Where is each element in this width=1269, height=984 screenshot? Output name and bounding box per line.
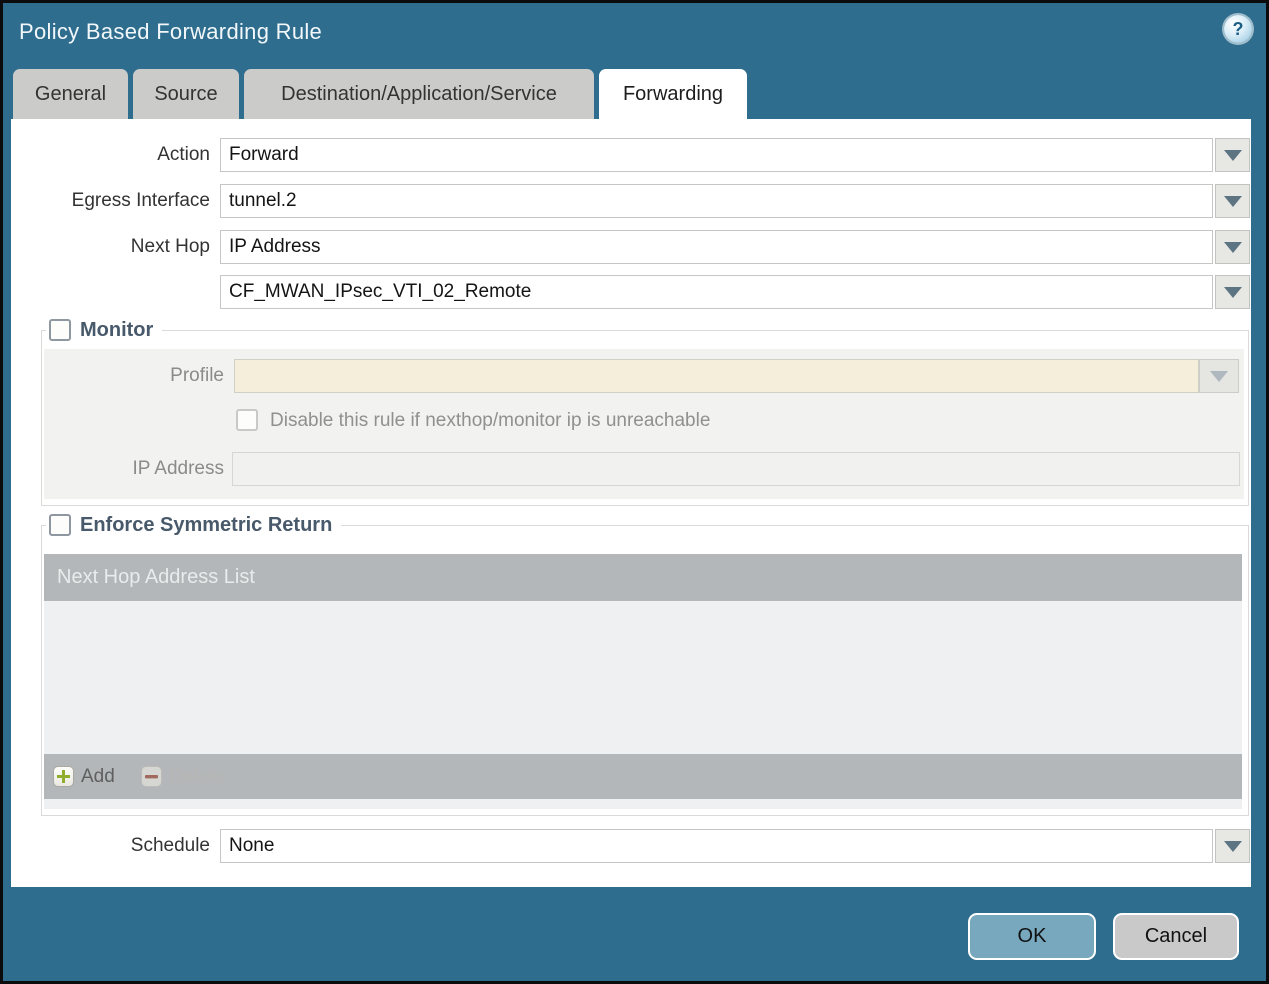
- chevron-down-icon: [1223, 149, 1242, 161]
- help-icon[interactable]: ?: [1224, 15, 1252, 43]
- tab-source[interactable]: Source: [133, 69, 239, 119]
- egress-interface-label: Egress Interface: [71, 190, 210, 211]
- action-select[interactable]: Forward: [220, 138, 1213, 172]
- minus-icon: [140, 766, 162, 787]
- disable-rule-checkbox-disabled: [236, 409, 258, 431]
- profile-dropdown-button-disabled: [1199, 359, 1239, 393]
- next-hop-type-select[interactable]: IP Address: [220, 230, 1213, 264]
- monitor-ip-address-input-disabled: [232, 452, 1240, 486]
- next-hop-address-list-header: Next Hop Address List: [44, 554, 1242, 601]
- next-hop-address-dropdown-button[interactable]: [1215, 275, 1250, 309]
- profile-select-disabled: [234, 359, 1199, 393]
- action-dropdown-button[interactable]: [1215, 138, 1250, 172]
- add-button[interactable]: Add: [53, 766, 115, 788]
- monitor-legend: Monitor: [46, 318, 163, 342]
- chevron-down-icon: [1223, 241, 1242, 253]
- action-label: Action: [157, 144, 210, 165]
- chevron-down-icon: [1223, 840, 1242, 852]
- monitor-section: Monitor Profile Disable this rule if nex…: [41, 318, 1249, 506]
- enforce-symmetric-return-checkbox[interactable]: [49, 514, 71, 536]
- schedule-dropdown-button[interactable]: [1215, 829, 1250, 863]
- cancel-button[interactable]: Cancel: [1113, 913, 1239, 960]
- pbf-rule-dialog: Policy Based Forwarding Rule ? General S…: [0, 0, 1269, 984]
- dialog-title: Policy Based Forwarding Rule: [19, 19, 323, 44]
- table-bottom-strip: [44, 799, 1242, 809]
- schedule-label: Schedule: [130, 835, 210, 856]
- ok-button[interactable]: OK: [968, 913, 1096, 960]
- symmetric-return-legend-label: Enforce Symmetric Return: [80, 514, 333, 536]
- schedule-select[interactable]: None: [220, 829, 1213, 863]
- add-button-label: Add: [81, 765, 115, 787]
- profile-label: Profile: [170, 365, 224, 386]
- chevron-down-icon: [1223, 286, 1242, 298]
- tab-forwarding[interactable]: Forwarding: [599, 69, 747, 119]
- monitor-legend-label: Monitor: [80, 319, 154, 341]
- next-hop-address-table-footer: Add Delete: [44, 754, 1242, 799]
- delete-button-disabled: Delete: [140, 765, 224, 788]
- monitor-checkbox[interactable]: [49, 319, 71, 341]
- tab-destination-application-service[interactable]: Destination/Application/Service: [244, 69, 594, 119]
- delete-button-label: Delete: [168, 765, 224, 787]
- chevron-down-icon: [1223, 195, 1242, 207]
- tab-general[interactable]: General: [13, 69, 128, 119]
- plus-icon: [53, 766, 74, 787]
- next-hop-address-select[interactable]: CF_MWAN_IPsec_VTI_02_Remote: [220, 275, 1213, 309]
- disable-rule-label: Disable this rule if nexthop/monitor ip …: [270, 410, 711, 431]
- tab-bar: General Source Destination/Application/S…: [13, 69, 747, 119]
- egress-interface-dropdown-button[interactable]: [1215, 184, 1250, 218]
- monitor-panel: Profile Disable this rule if nexthop/mon…: [44, 349, 1244, 499]
- next-hop-address-table: Next Hop Address List Add Delete: [44, 554, 1242, 809]
- chevron-down-icon: [1210, 370, 1228, 382]
- dialog-content: Action Forward Egress Interface tunnel.2…: [11, 119, 1251, 887]
- symmetric-return-legend: Enforce Symmetric Return: [46, 513, 342, 537]
- next-hop-label: Next Hop: [130, 236, 210, 257]
- monitor-ip-address-label: IP Address: [132, 458, 224, 479]
- next-hop-type-dropdown-button[interactable]: [1215, 230, 1250, 264]
- next-hop-address-table-body: [44, 601, 1242, 754]
- symmetric-return-section: Enforce Symmetric Return Next Hop Addres…: [41, 513, 1249, 816]
- egress-interface-select[interactable]: tunnel.2: [220, 184, 1213, 218]
